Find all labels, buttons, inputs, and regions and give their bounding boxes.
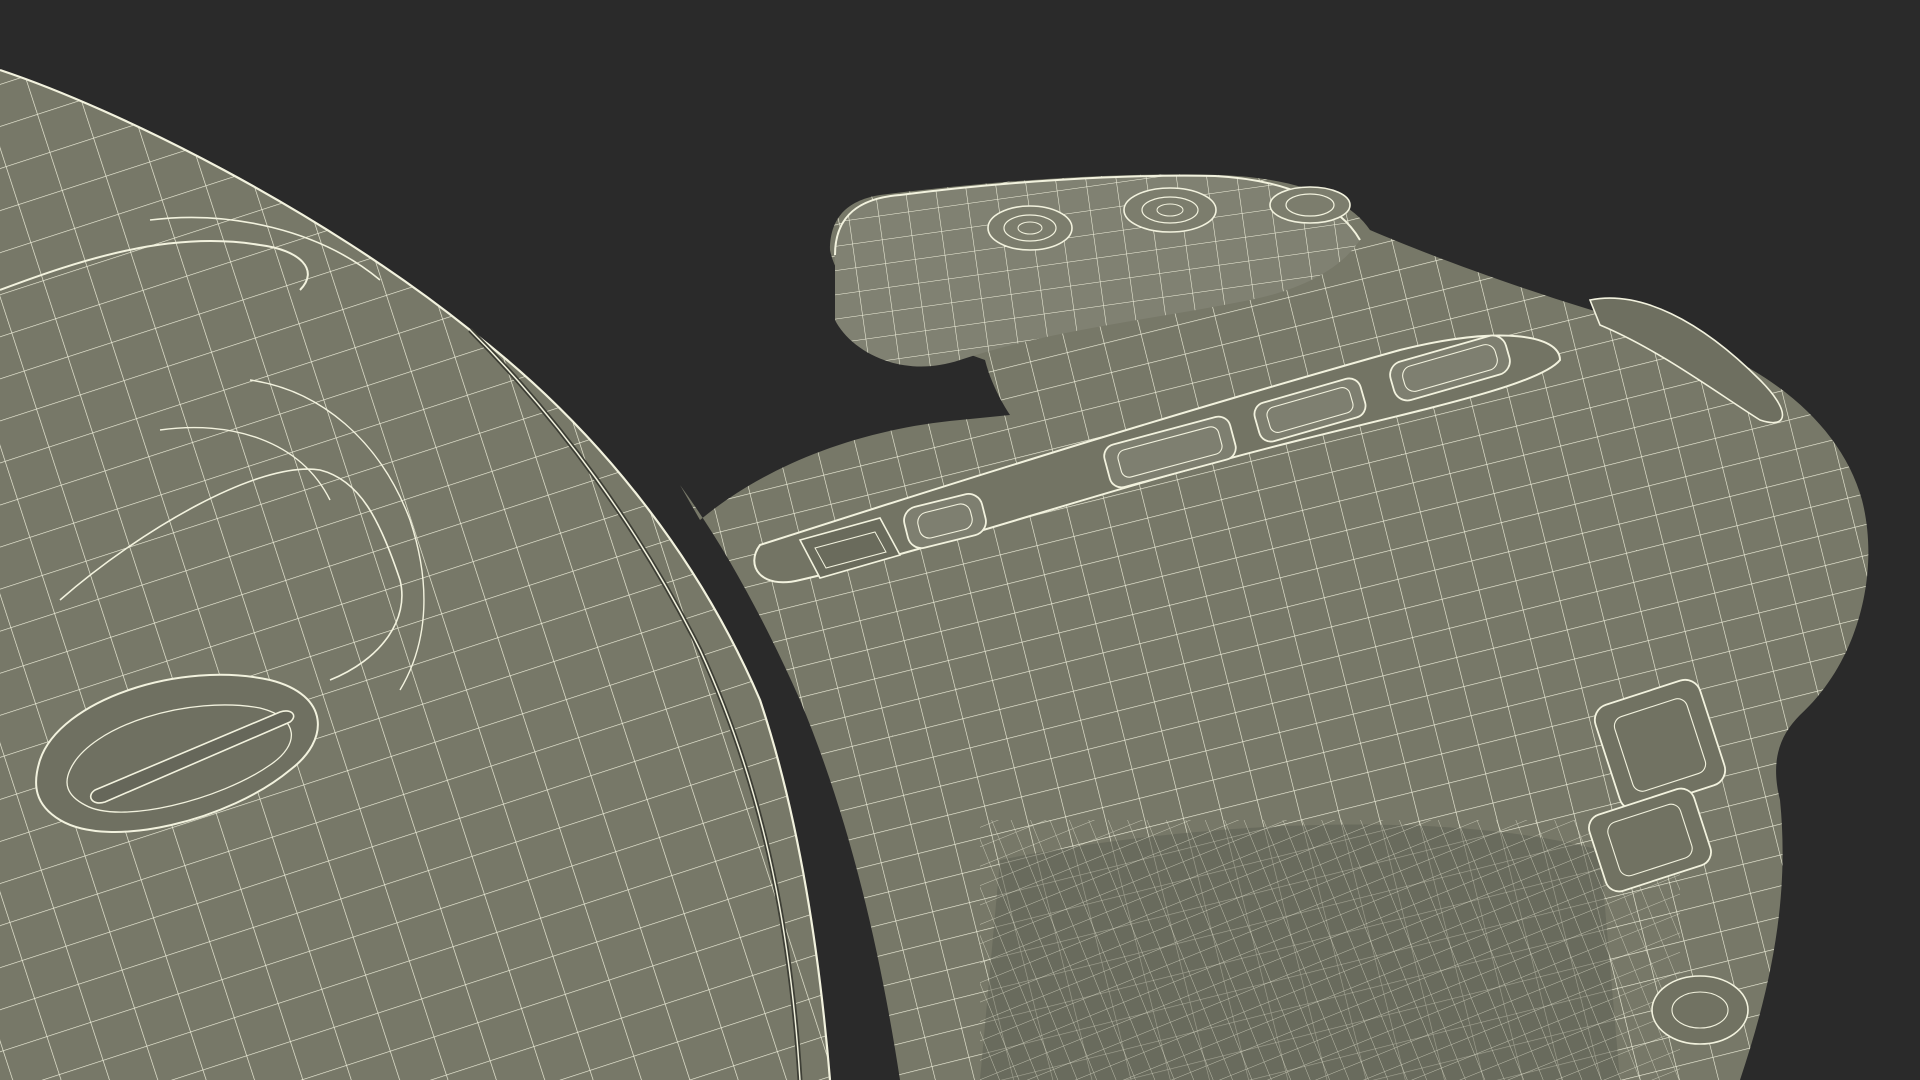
render-viewport (0, 0, 1920, 1080)
dome-button (1123, 187, 1217, 233)
side-port (1651, 975, 1749, 1045)
dome-button (1269, 186, 1351, 224)
dome-button (987, 205, 1073, 251)
wireframe-render (0, 0, 1920, 1080)
